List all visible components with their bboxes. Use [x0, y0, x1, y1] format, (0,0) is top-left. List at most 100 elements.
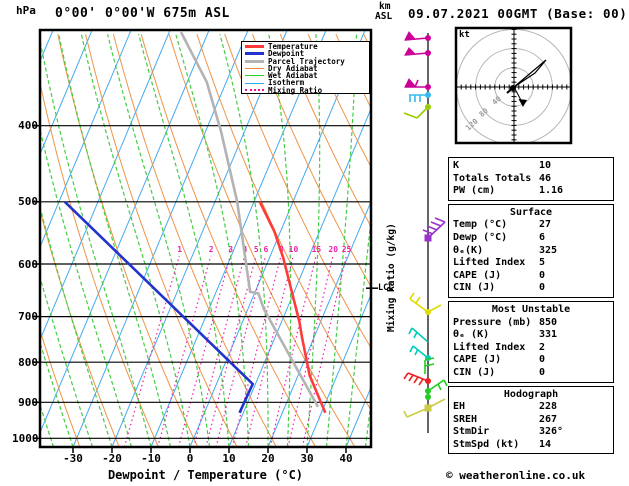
- mixing-ratio-label: 5: [254, 245, 259, 254]
- pressure-tick-label: 600: [18, 257, 38, 271]
- legend-item: Wet Adiabat: [245, 72, 369, 80]
- wind-barb-line: [443, 379, 448, 387]
- wind-barb: [409, 292, 442, 315]
- legend-swatch-isotherm: [245, 82, 264, 84]
- wet-adiabat-line: [40, 402, 55, 447]
- table-row-value: 267: [539, 413, 558, 425]
- table-row: SREH 267: [453, 414, 609, 427]
- table-row-label: Temp (°C): [453, 219, 508, 231]
- table-row-value: 0: [539, 269, 546, 281]
- wind-barb-line: [413, 376, 419, 384]
- x-axis-title: Dewpoint / Temperature (°C): [107, 468, 304, 482]
- wet-adiabat-line: [0, 34, 15, 447]
- mixing-ratio-axis-label: Mixing Ratio (g/kg): [386, 223, 397, 332]
- altitude-axis-unit-asl: ASL: [375, 11, 393, 22]
- table-row: Lifted Index 5: [453, 257, 609, 270]
- wet-adiabat-line: [40, 340, 74, 447]
- legend-item: Temperature: [245, 43, 369, 50]
- table-row-value: 0: [539, 366, 546, 378]
- pressure-tick-label: 800: [18, 355, 38, 369]
- wind-barb-dot: [425, 104, 431, 110]
- table-row-label: EH: [453, 401, 466, 413]
- wet-adiabat-line: [40, 126, 133, 447]
- legend-swatch-dry-adiabat: [245, 68, 264, 70]
- isotherm-line: [40, 30, 54, 63]
- table-row-label: Lifted Index: [453, 257, 526, 269]
- wind-barb: [409, 345, 429, 359]
- table-section-header: Hodograph: [503, 388, 559, 400]
- temp-tick-label: -30: [63, 452, 83, 465]
- table-row: CIN (J) 0: [453, 282, 609, 295]
- mixing-ratio-label: 15: [312, 245, 322, 254]
- table-row: CAPE (J) 0: [453, 354, 609, 367]
- wind-barb-flag: [404, 31, 417, 41]
- wet-adiabat-line: [345, 214, 371, 447]
- table-row-value: 331: [539, 329, 558, 341]
- pressure-tick-label: 700: [18, 310, 38, 324]
- wet-adiabat-line: [0, 34, 34, 447]
- mixing-ratio-label: 3: [228, 245, 233, 254]
- isotherm-line: [40, 30, 93, 156]
- mixing-ratio-label: 10: [289, 245, 299, 254]
- table-row-label: Lifted Index: [453, 341, 526, 353]
- table-section-surface: Surface Temp (°C) 27 Dewp (°C) 6 θₑ(K) 325 Lift…: [448, 203, 614, 298]
- wind-barb-dot: [425, 92, 431, 98]
- table-row: θₑ (K) 331: [453, 329, 609, 342]
- table-row: CAPE (J) 0: [453, 270, 609, 283]
- wet-adiabat-line: [80, 34, 191, 447]
- wind-barb-dot: [425, 84, 431, 90]
- wind-barb-flag: [404, 78, 417, 88]
- wind-barb: [408, 327, 429, 343]
- table-row-label: SREH: [453, 413, 478, 425]
- dry-adiabat-line: [85, 34, 238, 447]
- table-row-value: 0: [539, 354, 546, 366]
- table-section-hodograph: Hodograph EH 228 SREH 267 StmDir 326° StmSpd (k…: [448, 385, 614, 455]
- isotherm-line: [72, 30, 249, 447]
- dry-adiabat-line: [224, 34, 371, 349]
- table-row: PW (cm) 1.16: [453, 185, 609, 198]
- wet-adiabat-line: [325, 34, 358, 447]
- temp-tick-label: 30: [300, 452, 314, 465]
- legend-swatch-dewpoint: [245, 52, 264, 56]
- wind-barb-line: [434, 217, 446, 223]
- wind-barb-line: [408, 327, 413, 335]
- table-row-value: 5: [539, 257, 546, 269]
- wind-barb-line: [403, 112, 418, 119]
- table-section-header: Surface: [509, 206, 553, 218]
- temp-tick-label: -20: [102, 452, 122, 465]
- table-row: Totals Totals 46: [453, 173, 609, 186]
- legend-swatch-parcel-trajectory: [245, 59, 264, 63]
- mixing-ratio-line: [231, 255, 282, 447]
- mixing-ratio-label: 1: [177, 245, 182, 254]
- table-row-label: Pressure (mb): [453, 316, 532, 328]
- table-row: θₑ(K) 325: [453, 245, 609, 258]
- skewt-app: { "header": { "pressure_unit": "hPa", "s…: [0, 0, 629, 486]
- table-row-value: 228: [539, 401, 558, 413]
- legend-box: Temperature Dewpoint Parcel Trajectory Dry …: [241, 41, 370, 94]
- wind-barb-line: [403, 410, 408, 418]
- table-row-label: CIN (J): [453, 366, 496, 378]
- pressure-tick-label: 1000: [12, 431, 39, 445]
- wind-barb-dot: [425, 50, 431, 56]
- table-row-label: CAPE (J): [453, 269, 502, 281]
- wind-barb: [404, 31, 431, 41]
- table-row-value: 1.16: [539, 185, 564, 197]
- legend-label: Mixing Ratio: [268, 85, 323, 95]
- table-row-value: 10: [539, 160, 552, 171]
- wind-barb: [403, 372, 431, 386]
- table-row: CIN (J) 0: [453, 367, 609, 380]
- table-row: Dewp (°C) 6: [453, 232, 609, 245]
- table-row-value: 6: [539, 231, 546, 243]
- wind-barb-line: [437, 383, 442, 391]
- mixing-ratio-line: [287, 255, 334, 447]
- dry-adiabat-line: [252, 34, 371, 288]
- pressure-tick-label: 900: [18, 395, 38, 409]
- table-row-label: Totals Totals: [453, 172, 532, 184]
- lcl-marker-label: LCL: [378, 283, 394, 293]
- table-section-most-unstable: Most Unstable Pressure (mb) 850 θₑ (K) 331 Li…: [448, 300, 614, 383]
- run-date-title: 09.07.2021 00GMT (Base: 00): [408, 6, 628, 21]
- table-row-label: K: [453, 160, 460, 171]
- wet-adiabat-line: [138, 34, 230, 447]
- table-row-value: 14: [539, 438, 552, 450]
- legend-swatch-wet-adiabat: [245, 75, 264, 77]
